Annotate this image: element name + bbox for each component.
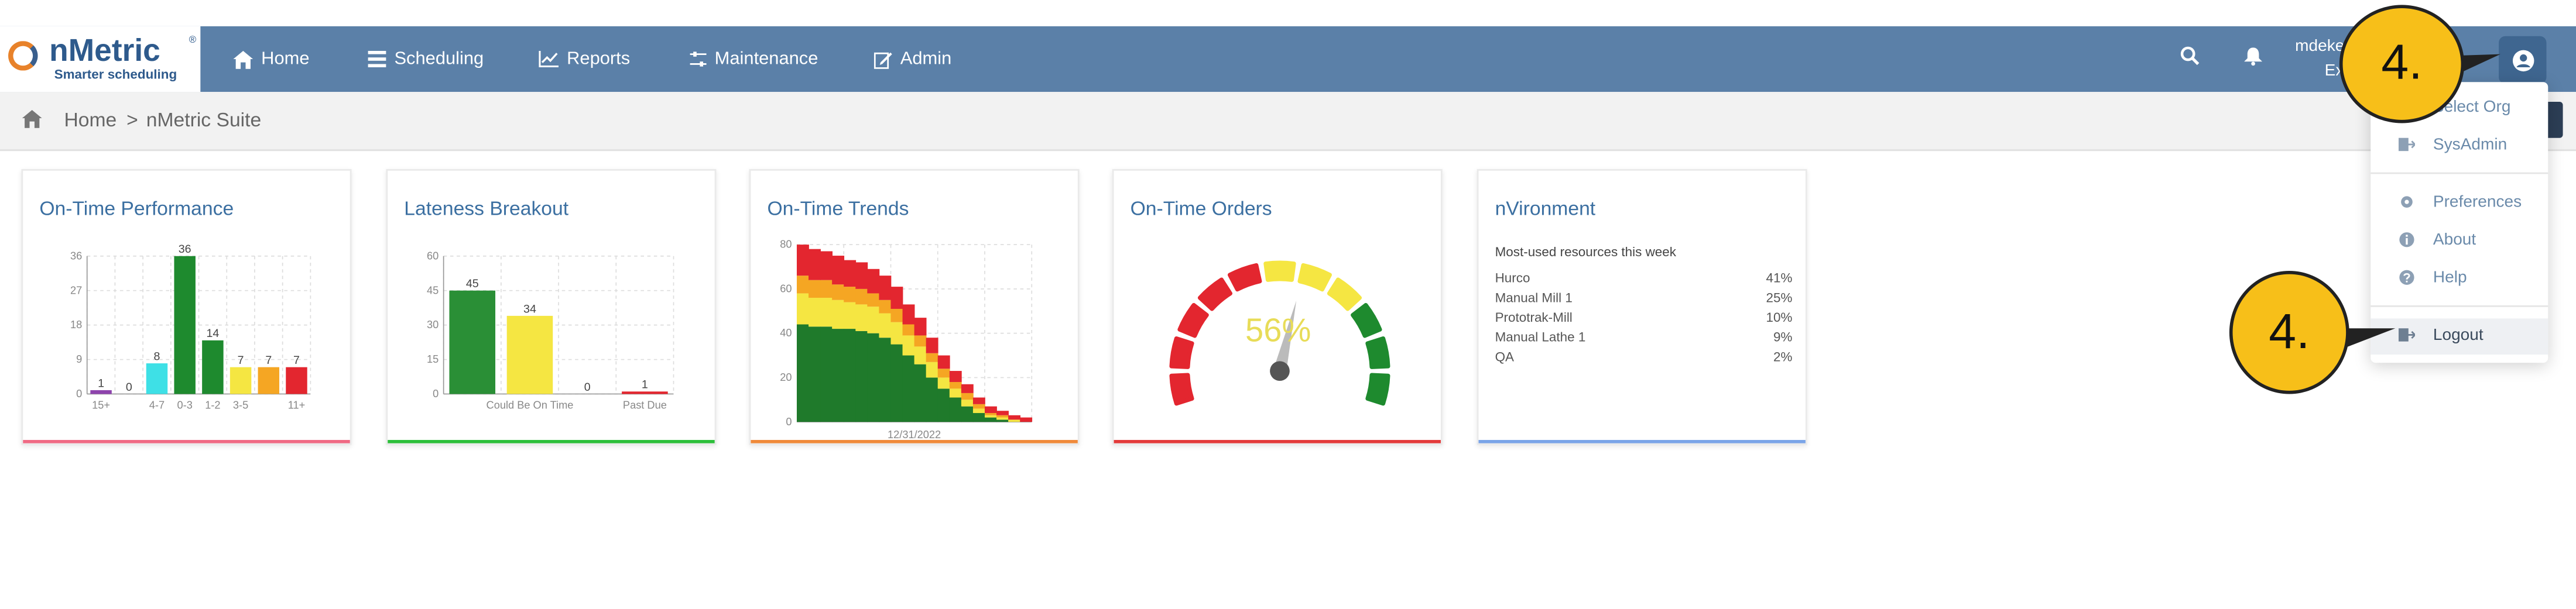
callout-pointers — [2341, 54, 2500, 348]
callout-badge: 4. — [2339, 5, 2465, 123]
callout-badge: 4. — [2229, 271, 2349, 394]
